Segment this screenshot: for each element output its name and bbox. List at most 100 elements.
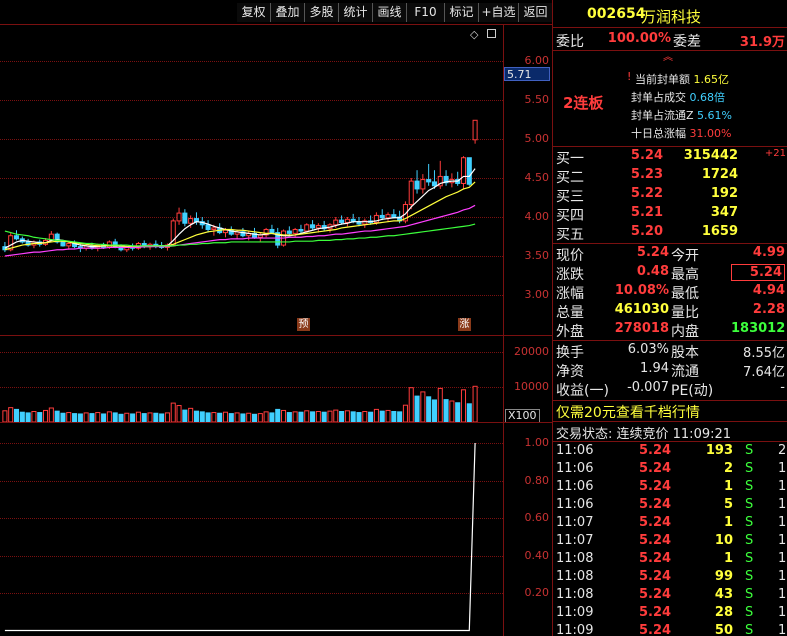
collapse-chevron-icon[interactable]: ︽	[663, 48, 673, 63]
candle-body	[333, 219, 339, 226]
candle-body	[269, 228, 275, 234]
volume-bar	[251, 413, 258, 422]
volume-bar	[205, 412, 211, 422]
bid-row[interactable]: 买一 5.24 315442 +21	[553, 148, 787, 167]
streak-label: 2连板	[563, 94, 604, 112]
volume-bar	[19, 411, 25, 422]
volume-bar	[193, 410, 199, 422]
tick-time: 11:06	[556, 479, 594, 494]
candle-body	[182, 212, 188, 224]
candle-body	[379, 214, 385, 219]
volume-bar	[164, 412, 170, 422]
tick-price: 5.24	[639, 443, 672, 458]
seal-label: 当前封单额	[635, 73, 690, 86]
quote-label: 内盘	[671, 324, 699, 340]
fundamentals-value: 1.94	[640, 361, 669, 376]
seal-value: 31.00%	[689, 127, 732, 140]
fundamentals-label: 净资	[556, 364, 584, 380]
volume-bar	[182, 409, 188, 422]
ratio-label: 委比	[556, 34, 584, 50]
bid-row[interactable]: 买五 5.20 1659	[553, 224, 787, 243]
tick-side: S	[745, 479, 754, 494]
candle-body	[298, 228, 304, 232]
fundamentals-label: 收益(一)	[556, 383, 609, 399]
tick-time: 11:09	[556, 605, 594, 620]
quote-label: 最高	[671, 267, 699, 283]
volume-bar	[368, 411, 374, 422]
quote-value: 2.28	[752, 302, 785, 317]
tick-list[interactable]: 11:06 5.24 193 S 2 11:06 5.24 2 S 1 11:06 5.24 1 S 1 11…	[553, 443, 787, 636]
bid-row[interactable]: 买三 5.22 192	[553, 186, 787, 205]
quote-value: 0.48	[636, 264, 669, 279]
tick-volume: 10	[714, 533, 733, 548]
volume-bar	[13, 408, 20, 422]
tick-row: 11:08 5.24 99 S 1	[553, 569, 787, 587]
fundamentals-value: -	[780, 380, 785, 395]
level2-promo-link[interactable]: 仅需20元查看千档行情	[556, 402, 700, 422]
indicator-tick-label: 0.80	[524, 474, 550, 487]
tick-price: 5.24	[639, 587, 672, 602]
volume-bar	[147, 412, 153, 422]
tick-side: S	[745, 587, 754, 602]
tick-time: 11:09	[556, 623, 594, 636]
tick-price: 5.24	[639, 479, 672, 494]
seal-value: 5.61%	[697, 109, 732, 122]
volume-bar	[327, 410, 333, 422]
volume-bar	[217, 412, 223, 422]
f10-button[interactable]: F10	[407, 3, 445, 22]
quote-value: 5.24	[636, 245, 669, 260]
price-tick-label: 3.00	[524, 288, 550, 301]
candle-body	[310, 224, 316, 229]
tick-volume: 5	[723, 497, 733, 512]
multi-stock-button[interactable]: 多股	[305, 3, 339, 22]
volume-bar	[292, 411, 298, 422]
statistics-button[interactable]: 统计	[339, 3, 373, 22]
chart-toolbar: 复权 叠加 多股 统计 画线 F10 标记 +自选 返回	[0, 0, 552, 24]
volume-bar	[420, 391, 426, 422]
volume-bar	[2, 410, 8, 422]
ratio-value: 100.00%	[607, 31, 671, 46]
restore-rights-button[interactable]: 复权	[237, 3, 271, 22]
bid-level-label: 买三	[556, 189, 584, 205]
overlay-button[interactable]: 叠加	[271, 3, 305, 22]
bid-price: 5.21	[630, 205, 663, 220]
tick-count: 1	[778, 461, 787, 476]
info-icon[interactable]: !	[627, 70, 631, 83]
quote-row: 涨幅 10.08% 最低 4.94	[553, 283, 787, 302]
back-button[interactable]: 返回	[519, 3, 552, 22]
bid-row[interactable]: 买二 5.23 1724	[553, 167, 787, 186]
bid-price: 5.24	[630, 148, 663, 163]
quote-row: 涨跌 0.48 最高 5.24	[553, 264, 787, 283]
tick-volume: 193	[705, 443, 733, 458]
volume-bar	[298, 411, 304, 422]
bid-level-label: 买一	[556, 151, 584, 167]
price-tick-label: 6.00	[524, 54, 550, 67]
quote-table: 现价 5.24 今开 4.99 涨跌 0.48 最高 5.24 涨幅 10.08% 最低 4.94 总量…	[553, 245, 787, 340]
candle-body	[420, 179, 426, 190]
bid-row[interactable]: 买四 5.21 347	[553, 205, 787, 224]
volume-bar	[234, 412, 240, 422]
fundamentals-table: 换手 6.03% 股本 8.55亿 净资 1.94 流通 7.64亿 收益(一) -0.007 PE…	[553, 342, 787, 399]
price-tick-label: 5.50	[524, 93, 550, 106]
volume-unit-label: X100	[505, 409, 540, 423]
candle-body	[344, 218, 350, 223]
tick-price: 5.24	[639, 515, 672, 530]
candle-body	[431, 181, 437, 187]
volume-bar	[60, 412, 66, 422]
volume-bar	[37, 412, 43, 422]
candle-body	[414, 180, 420, 190]
moving-average-line	[4, 223, 476, 247]
mark-button[interactable]: 标记	[445, 3, 479, 22]
limit-up-badge: 涨	[458, 318, 471, 331]
volume-bar	[321, 411, 327, 422]
divider	[553, 243, 787, 244]
bid-level-label: 买五	[556, 227, 584, 243]
add-watchlist-button[interactable]: +自选	[479, 3, 519, 22]
volume-bar	[350, 411, 356, 422]
fundamentals-value: 8.55亿	[743, 346, 785, 361]
volume-bar	[159, 413, 165, 422]
candle-body	[13, 235, 20, 240]
draw-line-button[interactable]: 画线	[373, 3, 407, 22]
tick-count: 2	[778, 443, 787, 458]
tick-volume: 1	[723, 551, 733, 566]
